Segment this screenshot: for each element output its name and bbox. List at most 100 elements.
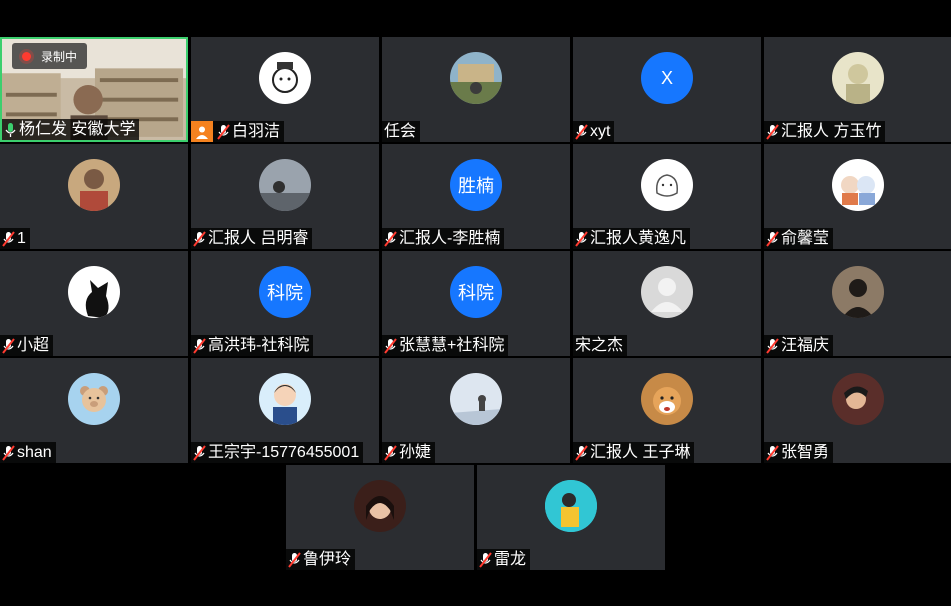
- muted-microphone-icon: [575, 123, 588, 140]
- muted-microphone-icon: [384, 337, 397, 354]
- muted-microphone-icon: [2, 337, 15, 354]
- avatar: [259, 52, 311, 104]
- muted-microphone-icon: [384, 444, 397, 461]
- participant-name-label: 任会: [382, 121, 421, 142]
- participant-tile[interactable]: 白羽洁: [191, 37, 379, 142]
- avatar-initials: X: [660, 67, 673, 88]
- photo-icon: [832, 52, 884, 104]
- participant-tile[interactable]: 孙婕: [382, 358, 570, 463]
- microphone-icon: [5, 122, 16, 137]
- muted-microphone-icon: [217, 123, 230, 140]
- participant-tile[interactable]: 张智勇: [764, 358, 951, 463]
- participant-name-label: 宋之杰: [573, 335, 628, 356]
- avatar: [832, 266, 884, 318]
- recording-label: 录制中: [41, 49, 78, 64]
- participant-name-label: 汇报人 吕明睿: [191, 228, 313, 249]
- photo-icon: [354, 480, 406, 532]
- muted-microphone-icon: [479, 551, 492, 568]
- participant-tile[interactable]: 鲁伊玲: [286, 465, 474, 570]
- bear-icon: [80, 386, 108, 412]
- muted-microphone-icon: [193, 444, 206, 461]
- participant-tile[interactable]: 雷龙: [477, 465, 665, 570]
- participant-tile[interactable]: 汇报人 王子琳: [573, 358, 761, 463]
- participant-tile[interactable]: 王宗宇-15776455001: [191, 358, 379, 463]
- avatar: [68, 159, 120, 211]
- participant-name-label: 汇报人黄逸凡: [573, 228, 691, 249]
- avatar: 胜楠: [450, 159, 502, 211]
- participant-tile[interactable]: 俞馨莹: [764, 144, 951, 249]
- host-icon: [191, 121, 213, 142]
- participant-name-label: 汪福庆: [764, 335, 834, 356]
- avatar: 科院: [259, 266, 311, 318]
- dog-icon: [653, 387, 681, 415]
- avatar: [545, 480, 597, 532]
- participant-tile[interactable]: 小超: [0, 251, 188, 356]
- avatar: [259, 373, 311, 425]
- participant-name-label: 汇报人 王子琳: [573, 442, 695, 463]
- participant-tile[interactable]: 汇报人 吕明睿: [191, 144, 379, 249]
- avatar: [450, 52, 502, 104]
- avatar: [832, 373, 884, 425]
- muted-microphone-icon: [575, 230, 588, 247]
- participant-tile[interactable]: 科院 高洪玮-社科院: [191, 251, 379, 356]
- participant-name: 雷龙: [494, 551, 527, 568]
- avatar: [450, 373, 502, 425]
- participant-tile[interactable]: shan: [0, 358, 188, 463]
- avatar: [832, 159, 884, 211]
- participant-name: xyt: [590, 123, 611, 140]
- participant-tile[interactable]: 1: [0, 144, 188, 249]
- avatar: [641, 159, 693, 211]
- photo-icon: [68, 159, 120, 211]
- default-user-icon: [651, 278, 683, 312]
- cartoon-icon: [273, 384, 297, 425]
- participant-name: 杨仁发 安徽大学: [19, 121, 136, 138]
- participant-name: 汇报人 王子琳: [590, 444, 691, 461]
- participant-tile[interactable]: 宋之杰: [573, 251, 761, 356]
- participant-tile[interactable]: 胜楠 汇报人-李胜楠: [382, 144, 570, 249]
- muted-microphone-icon: [766, 444, 779, 461]
- participant-tile[interactable]: 科院 张慧慧+社科院: [382, 251, 570, 356]
- muted-microphone-icon: [384, 230, 397, 247]
- avatar: [68, 266, 120, 318]
- participant-name-label: 孙婕: [382, 442, 436, 463]
- muted-microphone-icon: [2, 444, 15, 461]
- photo-icon: [259, 159, 311, 211]
- participant-name: 俞馨莹: [781, 230, 830, 247]
- participant-name: 汇报人 吕明睿: [208, 230, 309, 247]
- muted-microphone-icon: [193, 230, 206, 247]
- participant-name-label: 鲁伊玲: [286, 549, 356, 570]
- participant-name: 小超: [17, 337, 50, 354]
- avatar: 科院: [450, 266, 502, 318]
- participant-tile[interactable]: 录制中 杨仁发 安徽大学: [0, 37, 188, 142]
- cat-icon: [85, 280, 109, 318]
- participant-name: 1: [17, 230, 26, 247]
- photo-icon: [832, 266, 884, 318]
- participant-tile[interactable]: 任会: [382, 37, 570, 142]
- participant-tile[interactable]: X xyt: [573, 37, 761, 142]
- recording-indicator: 录制中: [12, 43, 88, 69]
- participant-name: 孙婕: [399, 444, 432, 461]
- participant-name-label: 雷龙: [477, 549, 531, 570]
- avatar-initials: 胜楠: [458, 176, 494, 196]
- muted-microphone-icon: [193, 337, 206, 354]
- participant-tile[interactable]: 汪福庆: [764, 251, 951, 356]
- participant-name: 白羽洁: [232, 123, 281, 140]
- participant-name-label: 王宗宇-15776455001: [191, 442, 364, 463]
- avatar: [832, 52, 884, 104]
- avatar: X: [641, 52, 693, 104]
- participant-name: 王宗宇-15776455001: [208, 444, 360, 461]
- participant-name: 汪福庆: [781, 337, 830, 354]
- muted-microphone-icon: [766, 230, 779, 247]
- participant-name: 宋之杰: [575, 337, 624, 354]
- muted-microphone-icon: [575, 444, 588, 461]
- participant-name: 任会: [384, 123, 417, 140]
- muted-microphone-icon: [288, 551, 301, 568]
- muted-microphone-icon: [766, 123, 779, 140]
- muted-microphone-icon: [766, 337, 779, 354]
- participant-name-label: 白羽洁: [191, 121, 285, 142]
- cartoon-icon: [841, 176, 875, 205]
- participant-name-label: 张智勇: [764, 442, 834, 463]
- participant-tile[interactable]: 汇报人 方玉竹: [764, 37, 951, 142]
- participant-name: 汇报人-李胜楠: [399, 230, 501, 247]
- participant-tile[interactable]: 汇报人黄逸凡: [573, 144, 761, 249]
